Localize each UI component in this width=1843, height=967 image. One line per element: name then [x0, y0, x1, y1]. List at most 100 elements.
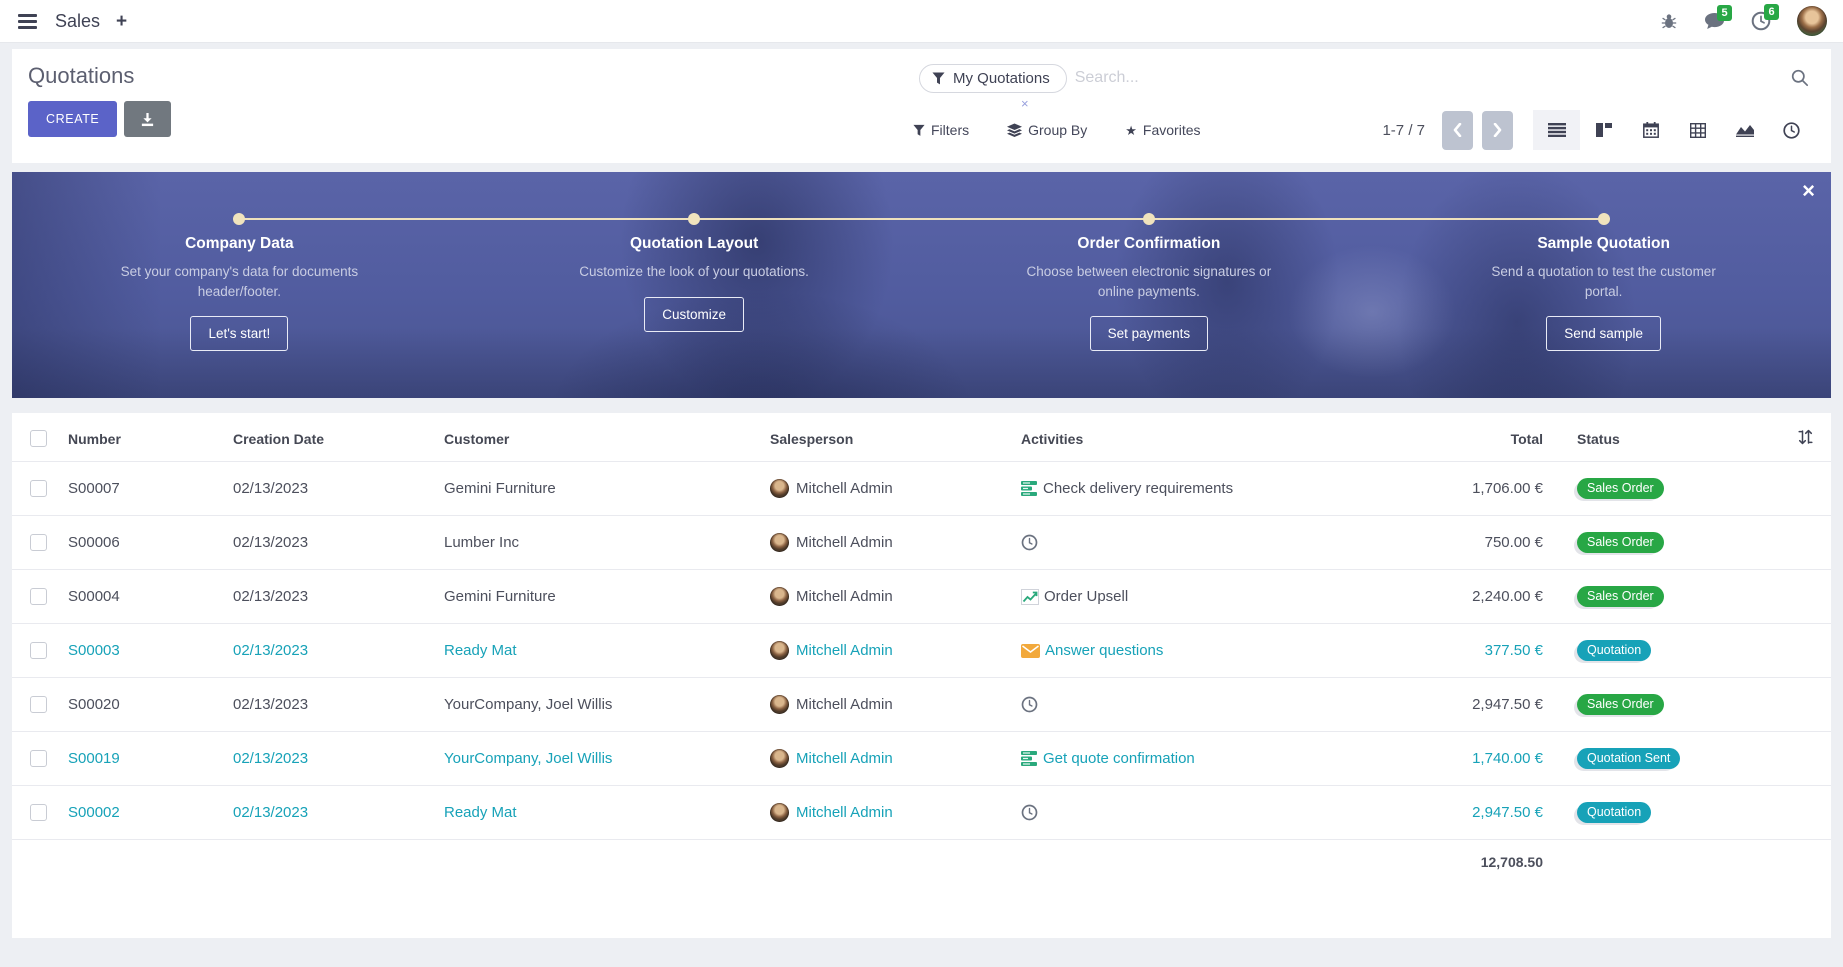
- tasks-icon: [1021, 751, 1038, 766]
- salesperson-avatar: [770, 587, 789, 606]
- pager-previous-button[interactable]: [1442, 111, 1473, 150]
- creation-date: 02/13/2023: [229, 786, 440, 840]
- step-description: Set your company's data for documents he…: [113, 262, 365, 301]
- customer: Gemini Furniture: [440, 462, 766, 516]
- filters-button[interactable]: Filters: [913, 118, 969, 142]
- clock-icon: [1021, 534, 1038, 551]
- select-all-checkbox[interactable]: [30, 430, 47, 447]
- column-header-customer[interactable]: Customer: [440, 413, 766, 462]
- list-view-button[interactable]: [1533, 110, 1580, 150]
- table-row[interactable]: S00019 02/13/2023 YourCompany, Joel Will…: [12, 732, 1831, 786]
- quotations-list: Number Creation Date Customer Salesperso…: [12, 413, 1831, 938]
- table-header-row: Number Creation Date Customer Salesperso…: [12, 413, 1831, 462]
- pivot-view-button[interactable]: [1674, 110, 1721, 150]
- quotation-number: S00020: [64, 678, 229, 732]
- row-checkbox[interactable]: [30, 480, 47, 497]
- search-input[interactable]: [1067, 63, 1791, 93]
- activities-count-badge: 6: [1764, 4, 1779, 20]
- calendar-view-button[interactable]: [1627, 110, 1674, 150]
- messages-icon[interactable]: 5: [1704, 12, 1725, 30]
- customer: Gemini Furniture: [440, 570, 766, 624]
- magnifier-icon[interactable]: [1791, 69, 1811, 87]
- step-description: Choose between electronic signatures or …: [1023, 262, 1275, 301]
- search-facet-my-quotations[interactable]: My Quotations: [919, 64, 1067, 93]
- set-payments-button[interactable]: Set payments: [1090, 316, 1209, 351]
- column-header-number[interactable]: Number: [64, 413, 229, 462]
- creation-date: 02/13/2023: [229, 516, 440, 570]
- activity-label: Answer questions: [1045, 642, 1163, 659]
- salesperson-avatar: [770, 695, 789, 714]
- optional-columns-button[interactable]: [1779, 413, 1831, 462]
- row-checkbox[interactable]: [30, 534, 47, 551]
- star-icon: ★: [1125, 124, 1137, 137]
- onboarding-step-company-data: Company Data Set your company's data for…: [12, 235, 467, 351]
- pager-next-button[interactable]: [1482, 111, 1513, 150]
- column-header-total[interactable]: Total: [1379, 413, 1549, 462]
- customize-button[interactable]: Customize: [644, 297, 744, 332]
- pivot-view-icon: [1690, 123, 1706, 138]
- pager: 1-7 / 7: [1382, 111, 1513, 150]
- status-badge: Quotation: [1577, 802, 1651, 823]
- user-avatar[interactable]: [1797, 6, 1827, 36]
- activity-view-button[interactable]: [1768, 110, 1815, 150]
- bug-icon[interactable]: [1660, 12, 1678, 30]
- table-row[interactable]: S00020 02/13/2023 YourCompany, Joel Will…: [12, 678, 1831, 732]
- menu-icon[interactable]: [16, 10, 39, 33]
- status-badge: Sales Order: [1577, 532, 1664, 553]
- group-by-button[interactable]: Group By: [1007, 118, 1087, 142]
- table-row[interactable]: S00003 02/13/2023 Ready Mat Mitchell Adm…: [12, 624, 1831, 678]
- salesperson: Mitchell Admin: [766, 570, 1017, 624]
- calendar-view-icon: [1643, 122, 1659, 138]
- app-name[interactable]: Sales: [55, 11, 100, 32]
- app-window: Sales + 5 6 Quotations CREATE: [0, 0, 1843, 967]
- customer: YourCompany, Joel Willis: [440, 732, 766, 786]
- creation-date: 02/13/2023: [229, 732, 440, 786]
- customer: Ready Mat: [440, 624, 766, 678]
- activity-label: Check delivery requirements: [1043, 480, 1233, 497]
- step-title: Quotation Layout: [467, 235, 922, 253]
- row-checkbox[interactable]: [30, 696, 47, 713]
- onboarding-step-sample-quotation: Sample Quotation Send a quotation to tes…: [1376, 235, 1831, 351]
- facet-remove-icon[interactable]: ×: [1021, 97, 1029, 110]
- status-badge: Sales Order: [1577, 586, 1664, 607]
- messages-count-badge: 5: [1717, 5, 1732, 21]
- column-header-status[interactable]: Status: [1549, 413, 1779, 462]
- table-row[interactable]: S00002 02/13/2023 Ready Mat Mitchell Adm…: [12, 786, 1831, 840]
- graph-view-button[interactable]: [1721, 110, 1768, 150]
- salesperson: Mitchell Admin: [766, 786, 1017, 840]
- send-sample-button[interactable]: Send sample: [1546, 316, 1661, 351]
- row-checkbox[interactable]: [30, 804, 47, 821]
- row-checkbox[interactable]: [30, 642, 47, 659]
- plus-icon[interactable]: +: [116, 12, 127, 31]
- total-amount: 750.00 €: [1379, 516, 1549, 570]
- customer: Lumber Inc: [440, 516, 766, 570]
- kanban-view-button[interactable]: [1580, 110, 1627, 150]
- column-header-creation-date[interactable]: Creation Date: [229, 413, 440, 462]
- onboarding-banner: × Company Data Set your company's data f…: [12, 172, 1831, 398]
- layers-icon: [1007, 123, 1022, 138]
- onboarding-step-order-confirmation: Order Confirmation Choose between electr…: [922, 235, 1377, 351]
- total-amount: 1,706.00 €: [1379, 462, 1549, 516]
- grand-total: 12,708.50: [1379, 840, 1549, 885]
- facet-label: My Quotations: [953, 70, 1050, 87]
- row-checkbox[interactable]: [30, 750, 47, 767]
- row-checkbox[interactable]: [30, 588, 47, 605]
- funnel-icon: [913, 124, 925, 137]
- export-button[interactable]: [124, 101, 171, 137]
- step-description: Customize the look of your quotations.: [568, 262, 820, 282]
- table-row[interactable]: S00007 02/13/2023 Gemini Furniture Mitch…: [12, 462, 1831, 516]
- column-header-activities[interactable]: Activities: [1017, 413, 1379, 462]
- table-row[interactable]: S00004 02/13/2023 Gemini Furniture Mitch…: [12, 570, 1831, 624]
- table-row[interactable]: S00006 02/13/2023 Lumber Inc Mitchell Ad…: [12, 516, 1831, 570]
- total-amount: 2,947.50 €: [1379, 678, 1549, 732]
- search-options-row: Filters Group By ★ Favorites 1-7 / 7: [913, 110, 1815, 150]
- lets-start-button[interactable]: Let's start!: [190, 316, 288, 351]
- kanban-view-icon: [1596, 123, 1612, 137]
- tasks-icon: [1021, 481, 1038, 496]
- favorites-button[interactable]: ★ Favorites: [1125, 118, 1200, 142]
- salesperson: Mitchell Admin: [766, 678, 1017, 732]
- column-header-salesperson[interactable]: Salesperson: [766, 413, 1017, 462]
- activities-clock-icon[interactable]: 6: [1751, 11, 1771, 31]
- step-title: Order Confirmation: [922, 235, 1377, 253]
- create-button[interactable]: CREATE: [28, 101, 117, 137]
